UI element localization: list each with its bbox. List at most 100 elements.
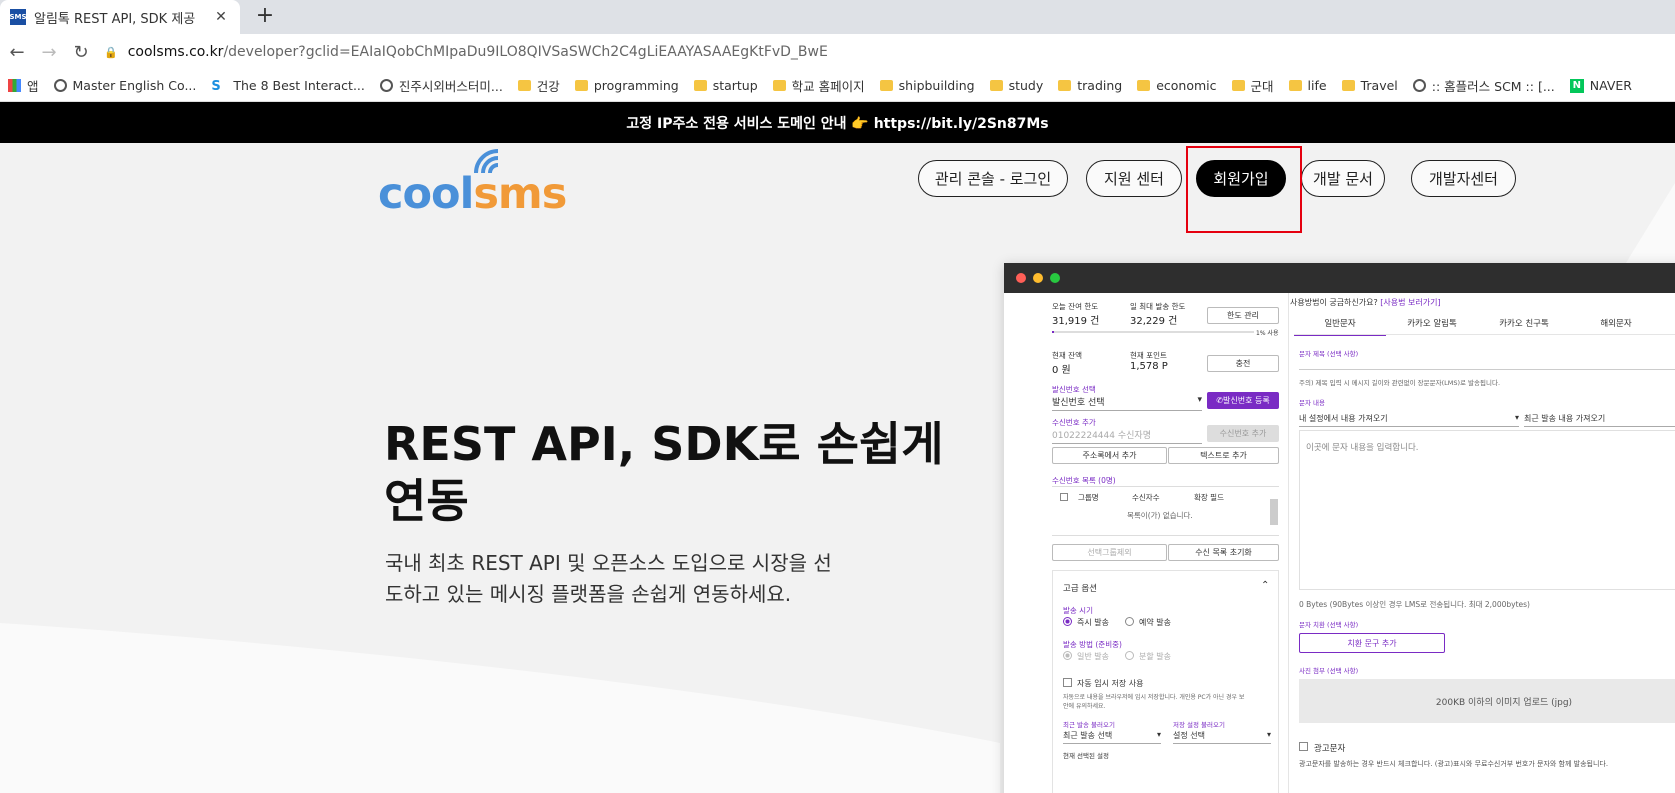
bytes-note: 0 Bytes (90Bytes 이상인 경우 LMS로 전송됩니다. 최대 2… bbox=[1299, 600, 1530, 609]
load-recent-select[interactable]: 최근 발송 내용 가져오기 bbox=[1524, 413, 1675, 427]
bookmark-label: The 8 Best Interact... bbox=[233, 78, 365, 93]
folder-icon bbox=[772, 80, 786, 91]
bookmark-item[interactable]: N NAVER bbox=[1569, 78, 1632, 93]
recent-select-value: 최근 발송 선택 bbox=[1063, 731, 1113, 740]
text-add-button[interactable]: 텍스트로 추가 bbox=[1168, 447, 1279, 464]
bookmark-item[interactable]: :: 홈플러스 SCM :: [... bbox=[1412, 76, 1555, 95]
forward-icon[interactable]: → bbox=[34, 37, 64, 67]
bookmark-item[interactable]: 학교 홈페이지 bbox=[772, 76, 865, 95]
nav-console-login-button[interactable]: 관리 콘솔 - 로그인 bbox=[918, 160, 1068, 197]
bookmark-item[interactable]: 군대 bbox=[1231, 76, 1274, 95]
bookmark-label: 앱 bbox=[27, 79, 39, 94]
bookmark-label: 군대 bbox=[1250, 79, 1274, 94]
bookmark-item[interactable]: 진주시외버스터미... bbox=[379, 76, 503, 95]
folder-icon bbox=[879, 80, 893, 91]
nav-docs-button[interactable]: 개발 문서 bbox=[1301, 160, 1385, 197]
chevron-up-icon[interactable]: ⌃ bbox=[1261, 580, 1269, 591]
recent-select[interactable]: 최근 발송 선택 ▾ bbox=[1063, 730, 1161, 744]
highlight-box bbox=[1186, 146, 1302, 233]
sender-register-button[interactable]: ✆ 발신번호 등록 bbox=[1207, 392, 1279, 409]
window-titlebar bbox=[1004, 263, 1675, 293]
bookmark-label: 진주시외버스터미... bbox=[398, 79, 503, 94]
bookmark-item[interactable]: startup bbox=[693, 78, 758, 93]
bookmark-item[interactable]: 건강 bbox=[517, 76, 560, 95]
bookmark-item[interactable]: trading bbox=[1058, 78, 1122, 93]
nav-devcenter-button[interactable]: 개발자센터 bbox=[1411, 160, 1516, 197]
saved-select[interactable]: 설정 선택 ▾ bbox=[1173, 730, 1271, 744]
browser-tab-bar: SMS 알림톡 REST API, SDK 제공 ✕ + bbox=[0, 0, 1675, 34]
hero-desc-line2: 도하고 있는 메시징 플랫폼을 손쉽게 연동하세요. bbox=[385, 582, 792, 606]
charge-button[interactable]: 충전 bbox=[1207, 355, 1279, 372]
folder-icon bbox=[517, 80, 531, 91]
tab-kakao-alimtalk[interactable]: 카카오 알림톡 bbox=[1386, 317, 1478, 329]
tab-divider bbox=[1294, 334, 1675, 335]
tab-kakao-friendtalk[interactable]: 카카오 친구톡 bbox=[1478, 317, 1570, 329]
recipient-input[interactable]: 01022224444 수신자명 bbox=[1052, 428, 1202, 444]
addressbook-add-button[interactable]: 주소록에서 추가 bbox=[1052, 447, 1167, 464]
send-now-radio[interactable] bbox=[1063, 617, 1072, 626]
lock-icon: 🔒 bbox=[104, 45, 118, 59]
sender-select-value: 발신번호 선택 bbox=[1052, 398, 1105, 408]
nav-support-button[interactable]: 지원 센터 bbox=[1086, 160, 1182, 197]
back-icon[interactable]: ← bbox=[2, 37, 32, 67]
send-method-label: 발송 방법 (준비중) bbox=[1063, 640, 1122, 649]
address-bar[interactable]: 🔒 coolsms.co.kr/developer?gclid=EAIaIQob… bbox=[104, 39, 828, 65]
bookmark-item[interactable]: study bbox=[989, 78, 1043, 93]
help-link[interactable]: [사용법 보러가기] bbox=[1380, 298, 1440, 307]
panel-divider bbox=[1288, 293, 1289, 793]
globe-icon bbox=[1412, 79, 1426, 92]
method-normal-radio[interactable] bbox=[1063, 651, 1072, 660]
notice-banner[interactable]: 고정 IP주소 전용 서비스 도메인 안내 👉 https://bit.ly/2… bbox=[0, 102, 1675, 143]
replace-add-button[interactable]: 치환 문구 추가 bbox=[1299, 633, 1445, 653]
content-textarea[interactable]: 이곳에 문자 내용을 입력합니다. bbox=[1299, 430, 1675, 590]
folder-icon bbox=[693, 80, 707, 91]
bookmark-label: startup bbox=[712, 78, 758, 93]
sender-select[interactable]: 발신번호 선택 ▾ bbox=[1052, 395, 1202, 411]
tab-overseas-sms[interactable]: 해외문자 bbox=[1570, 317, 1662, 329]
reload-icon[interactable]: ↻ bbox=[66, 37, 96, 67]
bookmark-item[interactable]: shipbuilding bbox=[879, 78, 975, 93]
advanced-options-panel: 고급 옵션 ⌃ 발송 시기 즉시 발송 예약 발송 발송 방법 (준비중) 일반… bbox=[1052, 570, 1279, 793]
subject-input[interactable] bbox=[1299, 369, 1675, 370]
new-tab-button[interactable]: + bbox=[252, 4, 278, 30]
send-reserve-radio[interactable] bbox=[1125, 617, 1134, 626]
method-split-radio[interactable] bbox=[1125, 651, 1134, 660]
exclude-group-button[interactable]: 선택그룹제외 bbox=[1052, 544, 1167, 561]
globe-icon bbox=[53, 79, 67, 92]
bookmark-item[interactable]: S The 8 Best Interact... bbox=[211, 78, 365, 94]
bookmark-item[interactable]: Master English Co... bbox=[53, 78, 197, 93]
send-time-label: 발송 시기 bbox=[1063, 606, 1093, 615]
autosave-checkbox[interactable] bbox=[1063, 678, 1072, 687]
ad-label: 광고문자 bbox=[1314, 744, 1346, 754]
today-limit-value: 31,919 건 bbox=[1052, 316, 1100, 327]
bookmark-label: Master English Co... bbox=[72, 78, 197, 93]
col-group: 그룹명 bbox=[1078, 493, 1099, 502]
recipient-add-button[interactable]: 수신번호 추가 bbox=[1207, 425, 1279, 442]
close-icon[interactable]: ✕ bbox=[212, 9, 230, 25]
balance-label: 현재 잔액 bbox=[1052, 351, 1082, 360]
app-preview-body: 오늘 잔여 한도 31,919 건 일 최대 발송 한도 32,229 건 한도… bbox=[1004, 293, 1675, 793]
bookmark-item[interactable]: economic bbox=[1137, 78, 1217, 93]
naver-icon: N bbox=[1569, 78, 1584, 93]
photo-label: 사진 첨부 (선택 사항) bbox=[1299, 667, 1359, 675]
bookmark-item[interactable]: programming bbox=[574, 78, 679, 93]
load-mine-select[interactable]: 내 설정에서 내용 가져오기 ▾ bbox=[1299, 413, 1519, 427]
browser-tab[interactable]: SMS 알림톡 REST API, SDK 제공 ✕ bbox=[0, 0, 240, 34]
daily-max-value: 32,229 건 bbox=[1130, 316, 1178, 327]
bookmark-item[interactable]: life bbox=[1288, 78, 1327, 93]
folder-icon bbox=[1058, 80, 1072, 91]
select-all-checkbox[interactable] bbox=[1060, 493, 1068, 501]
bookmark-item[interactable]: Travel bbox=[1341, 78, 1398, 93]
ad-checkbox[interactable] bbox=[1299, 742, 1308, 751]
maximize-dot-icon bbox=[1050, 273, 1060, 283]
subject-note: 주의) 제목 입력 시 메시지 길이와 관련없이 장문문자(LMS)로 발송됩니… bbox=[1299, 379, 1501, 387]
reset-list-button[interactable]: 수신 목록 초기화 bbox=[1168, 544, 1279, 561]
method-split-label: 분할 발송 bbox=[1139, 652, 1171, 661]
usage-bar bbox=[1052, 331, 1254, 333]
limit-manage-button[interactable]: 한도 관리 bbox=[1207, 307, 1279, 324]
col-count: 수신자수 bbox=[1132, 493, 1160, 502]
photo-upload-area[interactable]: 200KB 이하의 이미지 업로드 (jpg) bbox=[1299, 679, 1675, 723]
bookmark-item[interactable]: 앱 bbox=[8, 76, 39, 95]
scrollbar[interactable] bbox=[1270, 499, 1278, 525]
content-label: 문자 내용 bbox=[1299, 399, 1325, 407]
